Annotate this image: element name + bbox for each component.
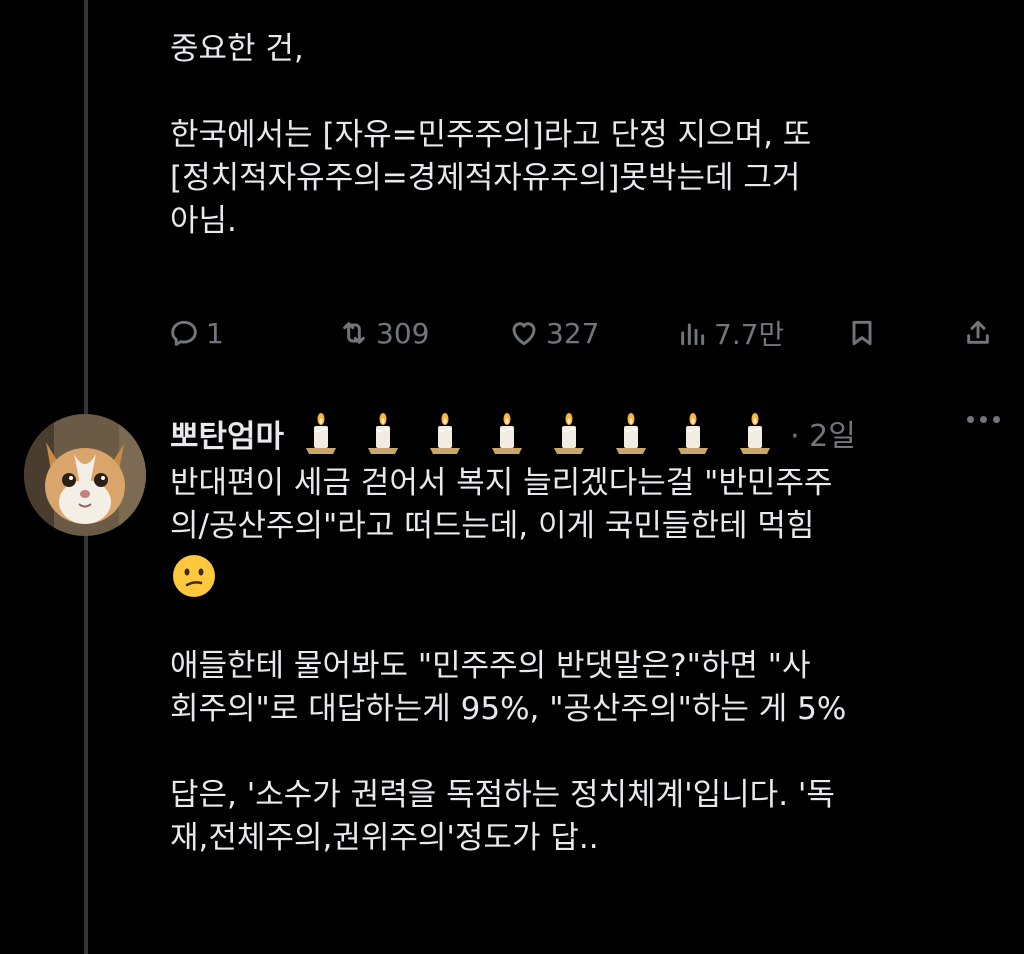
more-options-button[interactable]	[967, 416, 1000, 423]
cat-avatar-image	[24, 414, 146, 536]
heart-icon	[512, 322, 536, 346]
candle-icon	[616, 413, 647, 454]
tweet2-line: 답은, '소수가 권력을 독점하는 정치체계'입니다. '독	[170, 777, 835, 813]
tweet1-line: 아님.	[170, 203, 237, 239]
candle-icon	[430, 413, 461, 454]
avatar[interactable]	[24, 414, 146, 536]
tweet1-line: 한국에서는 [자유=민주주의]라고 단정 지으며, 또	[170, 117, 812, 153]
share-icon	[967, 320, 989, 344]
view-count: 7.7만	[714, 318, 785, 351]
more-dot	[993, 416, 1000, 423]
reply-button[interactable]: 1	[168, 310, 224, 356]
share-button[interactable]	[962, 310, 994, 356]
retweet-count: 309	[376, 316, 430, 350]
views-icon	[681, 323, 705, 346]
candle-icon	[306, 413, 337, 454]
tweet2-line: 재,전체주의,권위주의'정도가 답..	[170, 820, 599, 856]
tweet1-line: 중요한 건,	[170, 31, 304, 67]
username[interactable]: 뽀탄엄마	[170, 411, 284, 456]
tweet2-header: 뽀탄엄마 · 2일	[170, 408, 1000, 458]
more-dot	[980, 416, 987, 423]
candle-icon	[492, 413, 523, 454]
tweet1-action-bar: 1 309 327 7.7만	[168, 310, 998, 356]
candle-icon	[368, 413, 399, 454]
bookmark-icon	[852, 320, 872, 346]
tweet2-line: 의/공산주의"라고 떠드는데, 이게 국민들한테 먹힘	[170, 508, 815, 544]
tweet2-body: 반대편이 세금 걷어서 복지 늘리겠다는걸 "반민주주 의/공산주의"라고 떠드…	[170, 462, 1000, 860]
candle-icon	[740, 413, 771, 454]
like-count: 327	[546, 316, 600, 350]
more-dot	[967, 416, 974, 423]
bookmark-button[interactable]	[846, 310, 878, 356]
tweet1-line: [정치적자유주의=경제적자유주의]못박는데 그거	[170, 160, 801, 196]
reply-count: 1	[206, 316, 224, 350]
tweet2-line: 애들한테 물어봐도 "민주주의 반댓말은?"하면 "사	[170, 648, 811, 684]
reply-icon	[171, 320, 197, 346]
tweet2-line: 회주의"로 대답하는게 95%, "공산주의"하는 게 5%	[170, 691, 847, 727]
candle-icon	[554, 413, 585, 454]
username-emoji-row	[298, 410, 778, 456]
timestamp[interactable]: · 2일	[790, 411, 856, 455]
like-button[interactable]: 327	[508, 310, 599, 356]
views-button[interactable]: 7.7만	[676, 310, 784, 356]
tweet2-line: 반대편이 세금 걷어서 복지 늘리겠다는걸 "반민주주	[170, 465, 833, 501]
candle-icon	[678, 413, 709, 454]
retweet-icon	[343, 322, 365, 344]
confused-face-icon	[173, 555, 215, 597]
tweet1-body: 중요한 건, 한국에서는 [자유=민주주의]라고 단정 지으며, 또 [정치적자…	[170, 28, 990, 243]
retweet-button[interactable]: 309	[338, 310, 429, 356]
